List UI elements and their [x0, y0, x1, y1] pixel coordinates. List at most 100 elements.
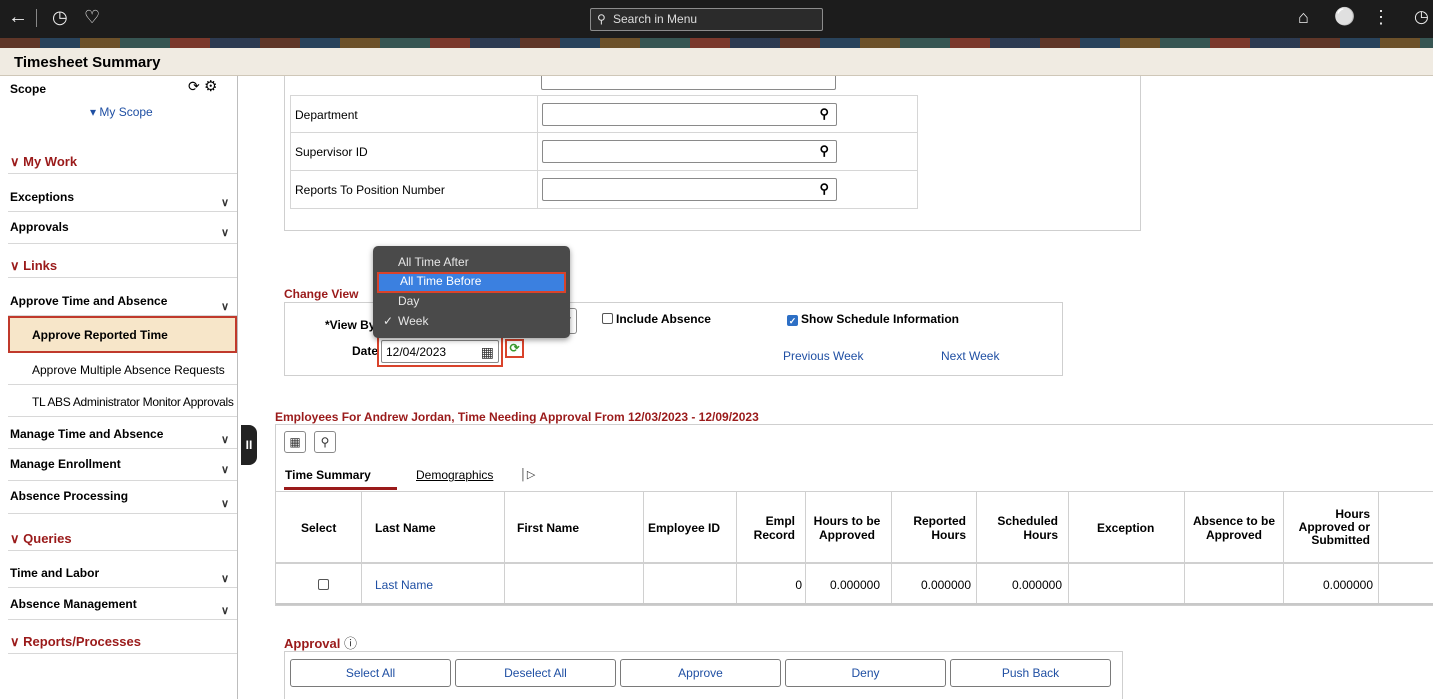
- section-links[interactable]: ∨ Links: [8, 248, 237, 278]
- date-field[interactable]: 12/04/2023 ▦: [381, 340, 499, 363]
- reports-text: Reports/Processes: [23, 634, 141, 649]
- partial-field[interactable]: [541, 76, 836, 90]
- deny-button[interactable]: Deny: [785, 659, 946, 687]
- column-header-hours-approved[interactable]: Hours Approved or Submitted: [1290, 508, 1370, 547]
- sidebar-item-time-and-labor[interactable]: Time and Labor ∨: [8, 556, 237, 588]
- grid-search-icon[interactable]: ⚲: [314, 431, 336, 453]
- sidebar-item-absence-management[interactable]: Absence Management ∨: [8, 588, 237, 620]
- department-row: Department ⚲: [290, 95, 918, 133]
- sidebar-item-label: TL ABS Administrator Monitor Approvals: [32, 395, 234, 409]
- sidebar-item-label: Manage Time and Absence: [10, 427, 164, 441]
- personalize-grid-icon[interactable]: ▦: [284, 431, 306, 453]
- include-absence-checkbox[interactable]: Include Absence: [602, 312, 711, 326]
- tab-time-summary[interactable]: Time Summary: [285, 468, 371, 482]
- notifications-bell-icon[interactable]: ⚪: [1334, 6, 1355, 28]
- chevron-down-icon: ∨: [220, 434, 229, 446]
- column-header-select: Select: [301, 521, 337, 535]
- push-back-button[interactable]: Push Back: [950, 659, 1111, 687]
- column-header-scheduled-hours[interactable]: Scheduled Hours: [982, 514, 1058, 542]
- reports-to-field[interactable]: ⚲: [542, 178, 837, 201]
- sidebar-item-manage-enrollment[interactable]: Manage Enrollment ∨: [8, 449, 237, 481]
- sidebar-item-label: Approve Reported Time: [32, 328, 168, 342]
- column-header-employee-id[interactable]: Employee ID: [648, 521, 720, 535]
- dropdown-option[interactable]: Day: [377, 292, 566, 311]
- lookup-icon[interactable]: ⚲: [819, 181, 829, 197]
- column-header-last-name[interactable]: Last Name: [375, 521, 436, 535]
- chevron-down-icon: ∨: [220, 573, 229, 585]
- checkbox-box[interactable]: [318, 579, 329, 590]
- lookup-icon[interactable]: ⚲: [819, 106, 829, 122]
- dropdown-option-checked[interactable]: ✓ Week: [377, 312, 566, 331]
- checkbox-box[interactable]: [602, 313, 613, 324]
- my-scope-link[interactable]: ▾ My Scope: [90, 105, 153, 119]
- sidebar-item-label: Approvals: [10, 220, 69, 234]
- dropdown-option-highlighted[interactable]: All Time Before: [377, 272, 566, 293]
- column-divider: [805, 491, 806, 605]
- navbar-icon[interactable]: ◷: [1414, 6, 1429, 28]
- sidebar-item-approvals[interactable]: Approvals ∨: [8, 212, 237, 244]
- supervisor-field[interactable]: ⚲: [542, 140, 837, 163]
- column-divider: [976, 491, 977, 605]
- column-divider: [891, 491, 892, 605]
- sidebar-item-absence-processing[interactable]: Absence Processing ∨: [8, 481, 237, 514]
- supervisor-row: Supervisor ID ⚲: [290, 133, 918, 171]
- sidebar-item-approve-time-absence[interactable]: Approve Time and Absence ∨: [8, 284, 237, 316]
- deselect-all-button[interactable]: Deselect All: [455, 659, 616, 687]
- select-all-button[interactable]: Select All: [290, 659, 451, 687]
- search-icon: ⚲: [597, 12, 606, 26]
- checkbox-box-checked[interactable]: ✓: [787, 315, 798, 326]
- cell-hours-approved: 0.000000: [1322, 578, 1373, 592]
- cell-scheduled-hours: 0.000000: [1011, 578, 1062, 592]
- row-select-checkbox[interactable]: [318, 578, 332, 592]
- actions-menu-icon[interactable]: ⋮: [1372, 6, 1390, 28]
- show-schedule-checkbox[interactable]: ✓ Show Schedule Information: [787, 312, 959, 326]
- sidebar-item-manage-time-absence[interactable]: Manage Time and Absence ∨: [8, 417, 237, 449]
- history-icon[interactable]: ◷: [52, 6, 68, 28]
- section-reports-processes[interactable]: ∨ Reports/Processes: [8, 624, 237, 654]
- checkmark-icon: ✓: [383, 314, 394, 328]
- date-value: 12/04/2023: [386, 345, 447, 359]
- sidebar-item-label: Absence Processing: [10, 489, 129, 503]
- back-arrow-icon[interactable]: ←: [8, 6, 28, 28]
- approval-title: Approval ⓘ: [284, 633, 357, 652]
- dropdown-option-label: Week: [398, 314, 429, 328]
- department-field[interactable]: ⚲: [542, 103, 837, 126]
- sidebar-item-approve-reported-time[interactable]: Approve Reported Time: [8, 316, 237, 353]
- previous-week-link[interactable]: Previous Week: [783, 349, 863, 363]
- column-header-first-name[interactable]: First Name: [517, 521, 579, 535]
- column-header-absence-to-be-approved[interactable]: Absence to be Approved: [1190, 514, 1278, 542]
- section-my-work[interactable]: ∨ My Work: [8, 144, 237, 174]
- column-header-reported-hours[interactable]: Reported Hours: [896, 514, 966, 542]
- collapse-panel-handle[interactable]: II: [241, 425, 257, 465]
- approval-title-text: Approval: [284, 636, 341, 651]
- search-input[interactable]: ⚲ Search in Menu: [590, 8, 823, 31]
- home-icon[interactable]: ⌂: [1298, 6, 1309, 28]
- left-navigation-panel: Scope ⟳ ⚙ ▾ My Scope ∨ My Work Exception…: [8, 76, 238, 699]
- lookup-icon[interactable]: ⚲: [819, 143, 829, 159]
- page-title: Timesheet Summary: [14, 54, 161, 71]
- sidebar-item-tl-abs-monitor[interactable]: TL ABS Administrator Monitor Approvals: [8, 385, 237, 417]
- column-header-empl-record[interactable]: Empl Record: [740, 514, 795, 542]
- show-all-columns-icon[interactable]: │▷: [520, 468, 535, 481]
- favorites-heart-icon[interactable]: ♡: [84, 6, 100, 28]
- next-week-link[interactable]: Next Week: [941, 349, 999, 363]
- row-divider: [276, 563, 1433, 564]
- column-header-exception[interactable]: Exception: [1097, 521, 1154, 535]
- sidebar-item-approve-multiple-absence[interactable]: Approve Multiple Absence Requests: [8, 353, 237, 385]
- employees-grid-title: Employees For Andrew Jordan, Time Needin…: [275, 410, 759, 424]
- refresh-view-button[interactable]: ⟳: [505, 339, 524, 358]
- column-divider: [736, 491, 737, 605]
- cell-last-name-link[interactable]: Last Name: [375, 578, 433, 592]
- section-queries[interactable]: ∨ Queries: [8, 519, 237, 551]
- help-icon[interactable]: ⓘ: [344, 636, 357, 651]
- calendar-icon[interactable]: ▦: [481, 344, 494, 361]
- approve-button[interactable]: Approve: [620, 659, 781, 687]
- tab-demographics[interactable]: Demographics: [416, 468, 493, 482]
- search-placeholder: Search in Menu: [613, 12, 698, 26]
- sidebar-item-exceptions[interactable]: Exceptions ∨: [8, 180, 237, 212]
- refresh-icon[interactable]: ⟳: [188, 78, 200, 95]
- column-header-hours-to-be-approved[interactable]: Hours to be Approved: [812, 514, 882, 542]
- dropdown-option[interactable]: All Time After: [377, 253, 566, 272]
- sidebar-item-label: Manage Enrollment: [10, 457, 121, 471]
- gear-icon[interactable]: ⚙: [204, 77, 217, 95]
